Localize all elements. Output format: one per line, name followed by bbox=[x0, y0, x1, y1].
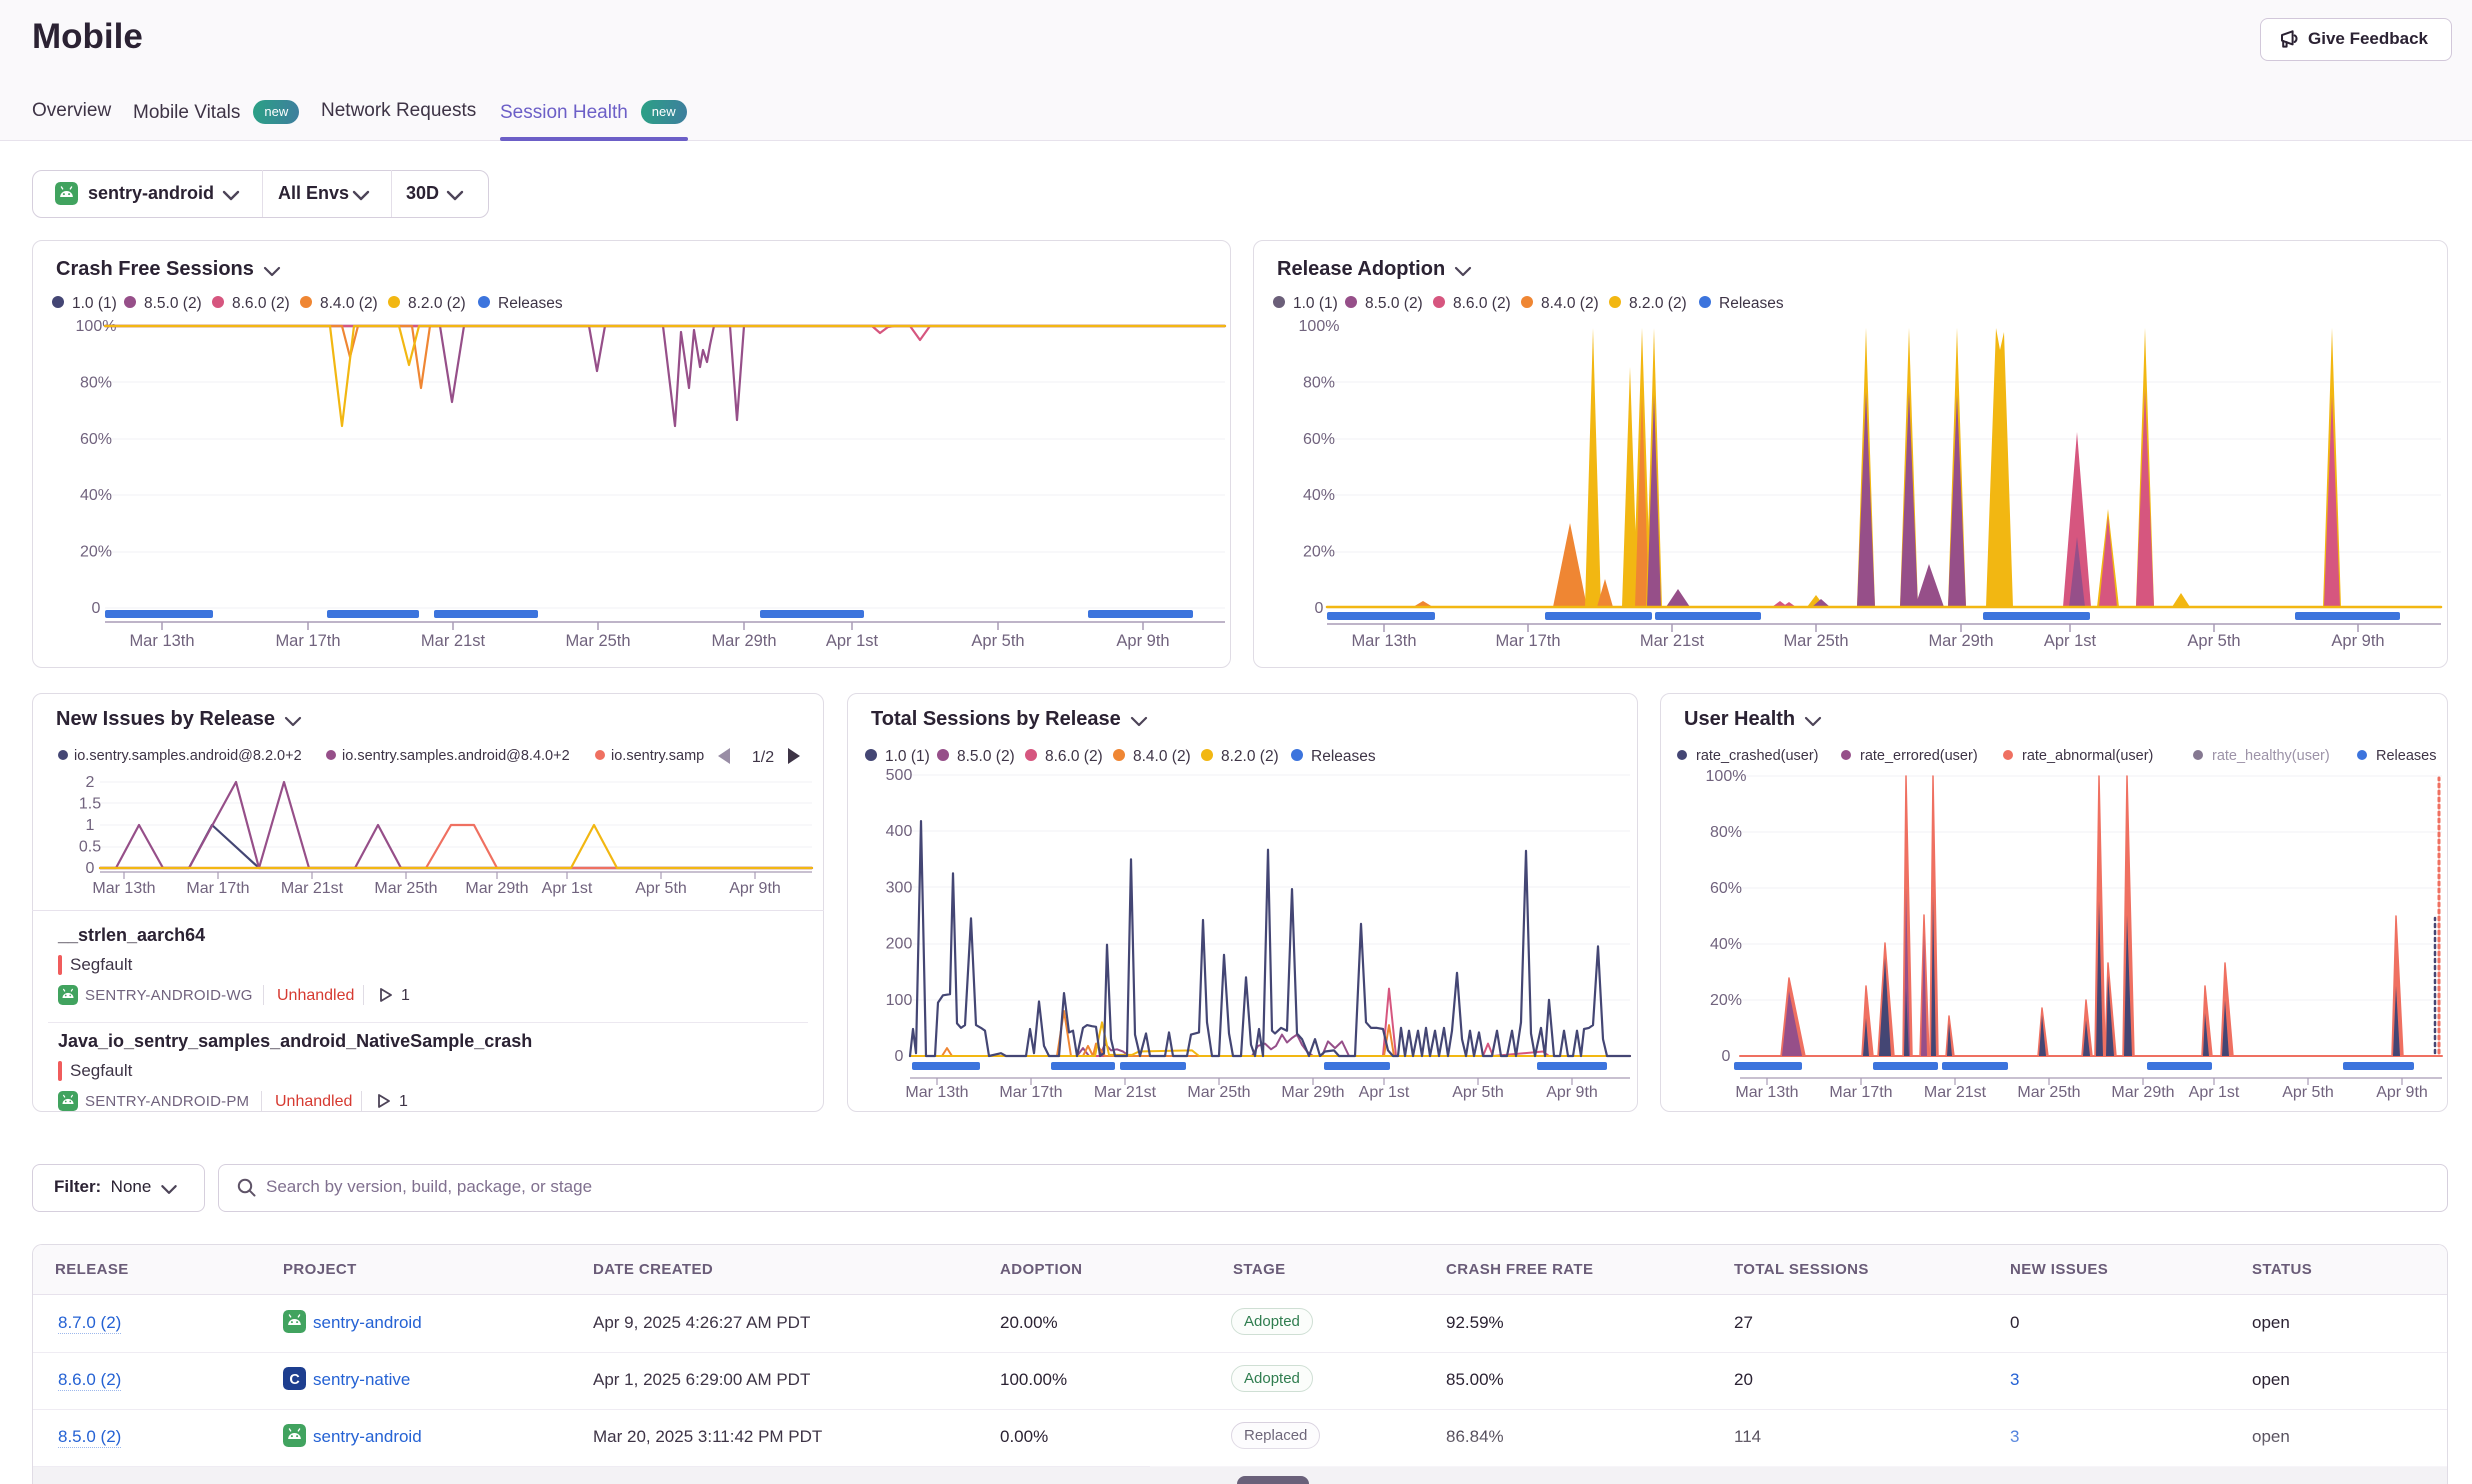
svg-text:40%: 40% bbox=[1303, 487, 1335, 504]
svg-text:Apr 5th: Apr 5th bbox=[635, 880, 687, 897]
svg-text:Apr 5th: Apr 5th bbox=[1452, 1084, 1504, 1101]
svg-text:Releases: Releases bbox=[2376, 748, 2436, 764]
svg-text:Mar 13th: Mar 13th bbox=[905, 1084, 968, 1101]
svg-text:Mar 25th: Mar 25th bbox=[2017, 1084, 2080, 1101]
svg-text:8.5.0 (2): 8.5.0 (2) bbox=[1365, 295, 1423, 312]
svg-text:Mar 13th: Mar 13th bbox=[1735, 1084, 1798, 1101]
svg-text:8.6.0 (2): 8.6.0 (2) bbox=[1045, 748, 1103, 765]
svg-text:Apr 5th: Apr 5th bbox=[2282, 1084, 2334, 1101]
svg-text:io.sentry.samples.android@8.2.: io.sentry.samples.android@8.2.0+2 bbox=[74, 748, 302, 764]
svg-text:1.0 (1): 1.0 (1) bbox=[885, 748, 930, 765]
svg-text:100%: 100% bbox=[1706, 768, 1747, 785]
svg-text:Apr 9th: Apr 9th bbox=[2376, 1084, 2428, 1101]
svg-text:Mar 17th: Mar 17th bbox=[1495, 632, 1560, 650]
svg-text:1: 1 bbox=[86, 817, 95, 834]
svg-text:1.0 (1): 1.0 (1) bbox=[72, 295, 117, 312]
svg-text:8.2.0 (2): 8.2.0 (2) bbox=[1221, 748, 1279, 765]
svg-text:io.sentry.samp: io.sentry.samp bbox=[611, 748, 704, 764]
svg-text:Mar 21st: Mar 21st bbox=[1094, 1084, 1157, 1101]
svg-text:0: 0 bbox=[86, 860, 95, 877]
svg-text:0: 0 bbox=[1315, 600, 1324, 617]
svg-text:40%: 40% bbox=[1710, 936, 1742, 953]
svg-text:Mar 25th: Mar 25th bbox=[374, 880, 437, 897]
svg-text:Apr 1st: Apr 1st bbox=[826, 632, 879, 650]
svg-text:300: 300 bbox=[886, 879, 913, 896]
svg-text:8.5.0 (2): 8.5.0 (2) bbox=[957, 748, 1015, 765]
svg-text:Apr 1st: Apr 1st bbox=[2044, 632, 2097, 650]
svg-text:rate_abnormal(user): rate_abnormal(user) bbox=[2022, 748, 2153, 764]
svg-text:400: 400 bbox=[886, 823, 913, 840]
svg-text:20%: 20% bbox=[1303, 544, 1335, 561]
svg-text:Apr 1st: Apr 1st bbox=[2189, 1084, 2240, 1101]
svg-text:Apr 9th: Apr 9th bbox=[2331, 632, 2384, 650]
svg-text:80%: 80% bbox=[1710, 824, 1742, 841]
svg-text:8.2.0 (2): 8.2.0 (2) bbox=[1629, 295, 1687, 312]
svg-text:8.4.0 (2): 8.4.0 (2) bbox=[1133, 748, 1191, 765]
svg-text:C: C bbox=[289, 1372, 299, 1388]
svg-text:40%: 40% bbox=[80, 487, 112, 504]
svg-text:1/2: 1/2 bbox=[752, 749, 774, 766]
svg-text:500: 500 bbox=[886, 767, 913, 784]
svg-text:Apr 1st: Apr 1st bbox=[1359, 1084, 1410, 1101]
svg-text:rate_errored(user): rate_errored(user) bbox=[1860, 748, 1978, 764]
svg-text:Apr 1st: Apr 1st bbox=[542, 880, 593, 897]
svg-text:200: 200 bbox=[886, 936, 913, 953]
svg-text:8.6.0 (2): 8.6.0 (2) bbox=[1453, 295, 1511, 312]
svg-text:0.5: 0.5 bbox=[79, 839, 101, 856]
svg-text:Mar 13th: Mar 13th bbox=[92, 880, 155, 897]
svg-text:1.5: 1.5 bbox=[79, 796, 101, 813]
svg-text:60%: 60% bbox=[80, 431, 112, 448]
svg-text:8.5.0 (2): 8.5.0 (2) bbox=[144, 295, 202, 312]
svg-text:Mar 17th: Mar 17th bbox=[1829, 1084, 1892, 1101]
svg-text:20%: 20% bbox=[80, 544, 112, 561]
svg-text:Releases: Releases bbox=[498, 295, 563, 312]
svg-text:0: 0 bbox=[1722, 1048, 1731, 1065]
svg-text:Apr 9th: Apr 9th bbox=[1546, 1084, 1598, 1101]
svg-text:60%: 60% bbox=[1710, 880, 1742, 897]
svg-text:Mar 25th: Mar 25th bbox=[565, 632, 630, 650]
svg-text:2: 2 bbox=[86, 774, 95, 791]
svg-text:0: 0 bbox=[895, 1048, 904, 1065]
svg-text:Mar 17th: Mar 17th bbox=[275, 632, 340, 650]
svg-text:1.0 (1): 1.0 (1) bbox=[1293, 295, 1338, 312]
svg-text:Apr 5th: Apr 5th bbox=[971, 632, 1024, 650]
svg-text:8.2.0 (2): 8.2.0 (2) bbox=[408, 295, 466, 312]
svg-text:Mar 29th: Mar 29th bbox=[2111, 1084, 2174, 1101]
svg-text:0: 0 bbox=[92, 600, 101, 617]
svg-text:Mar 13th: Mar 13th bbox=[129, 632, 194, 650]
svg-text:Mar 21st: Mar 21st bbox=[1924, 1084, 1987, 1101]
svg-text:Releases: Releases bbox=[1311, 748, 1376, 765]
svg-text:Mar 25th: Mar 25th bbox=[1783, 632, 1848, 650]
svg-text:Mar 29th: Mar 29th bbox=[711, 632, 776, 650]
svg-text:Mar 29th: Mar 29th bbox=[465, 880, 528, 897]
svg-text:Mar 21st: Mar 21st bbox=[421, 632, 486, 650]
svg-text:Mar 21st: Mar 21st bbox=[281, 880, 344, 897]
svg-text:Mar 29th: Mar 29th bbox=[1928, 632, 1993, 650]
svg-text:io.sentry.samples.android@8.4.: io.sentry.samples.android@8.4.0+2 bbox=[342, 748, 570, 764]
svg-text:60%: 60% bbox=[1303, 431, 1335, 448]
svg-text:20%: 20% bbox=[1710, 992, 1742, 1009]
svg-text:Apr 5th: Apr 5th bbox=[2187, 632, 2240, 650]
svg-text:8.4.0 (2): 8.4.0 (2) bbox=[320, 295, 378, 312]
svg-text:100: 100 bbox=[886, 992, 913, 1009]
svg-text:Mar 21st: Mar 21st bbox=[1640, 632, 1705, 650]
svg-text:Mar 25th: Mar 25th bbox=[1187, 1084, 1250, 1101]
svg-text:80%: 80% bbox=[80, 374, 112, 391]
svg-text:Releases: Releases bbox=[1719, 295, 1784, 312]
svg-text:8.6.0 (2): 8.6.0 (2) bbox=[232, 295, 290, 312]
svg-text:Mar 29th: Mar 29th bbox=[1281, 1084, 1344, 1101]
svg-text:Mar 17th: Mar 17th bbox=[186, 880, 249, 897]
svg-text:80%: 80% bbox=[1303, 374, 1335, 391]
svg-text:Apr 9th: Apr 9th bbox=[729, 880, 781, 897]
svg-text:Mar 13th: Mar 13th bbox=[1351, 632, 1416, 650]
svg-text:100%: 100% bbox=[1299, 318, 1340, 335]
svg-text:Apr 9th: Apr 9th bbox=[1116, 632, 1169, 650]
svg-text:8.4.0 (2): 8.4.0 (2) bbox=[1541, 295, 1599, 312]
svg-text:rate_healthy(user): rate_healthy(user) bbox=[2212, 748, 2330, 764]
svg-text:Mar 17th: Mar 17th bbox=[999, 1084, 1062, 1101]
svg-text:rate_crashed(user): rate_crashed(user) bbox=[1696, 748, 1819, 764]
